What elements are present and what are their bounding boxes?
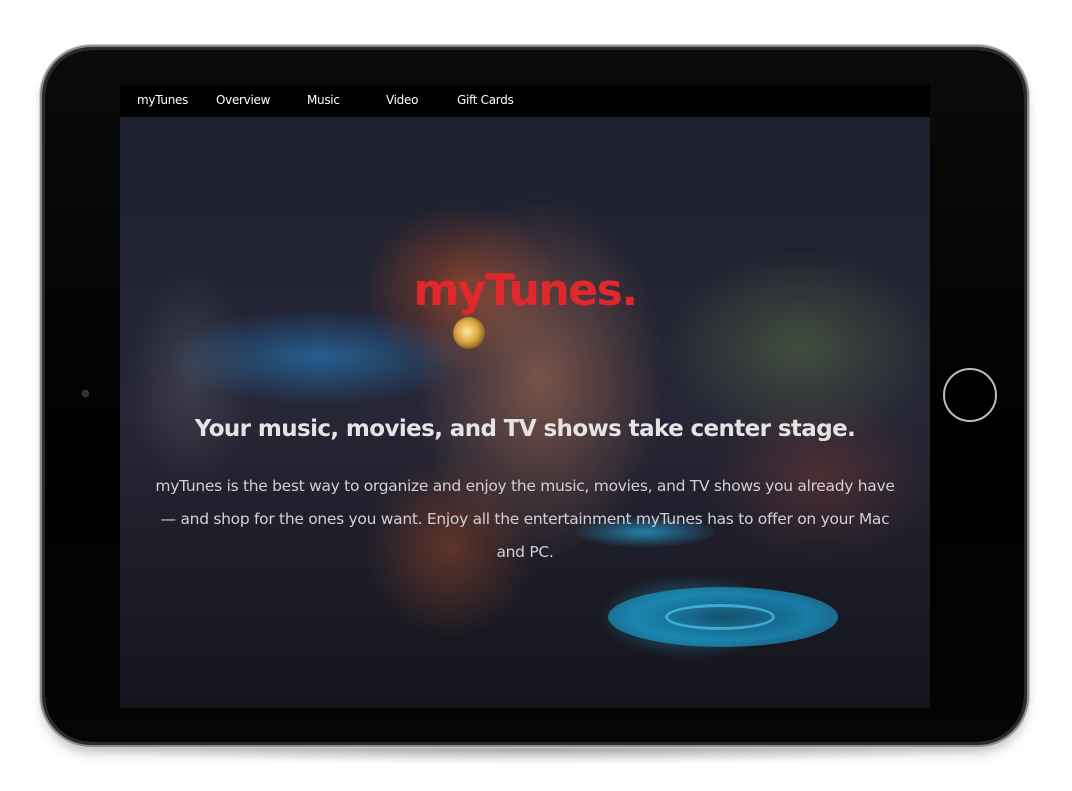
hero-description: myTunes is the best way to organize and … (155, 477, 895, 561)
nav-brand-link[interactable]: myTunes (137, 93, 188, 107)
hero-background-image (120, 117, 930, 708)
hero-title: myTunes. (413, 265, 638, 316)
hero-decoration (665, 604, 775, 630)
camera-icon (82, 390, 89, 397)
hero-decoration (453, 317, 485, 349)
hero-subtitle: Your music, movies, and TV shows take ce… (194, 416, 856, 442)
nav-item-video[interactable]: Video (386, 93, 418, 107)
nav-item-music[interactable]: Music (307, 93, 340, 107)
nav-item-gift-cards[interactable]: Gift Cards (457, 93, 514, 107)
tablet-screen: myTunes Overview Music Video Gift Cards … (120, 85, 930, 708)
top-navbar: myTunes Overview Music Video Gift Cards (120, 85, 930, 117)
home-button[interactable] (943, 368, 997, 422)
tablet-frame: myTunes Overview Music Video Gift Cards … (45, 50, 1024, 742)
nav-item-overview[interactable]: Overview (216, 93, 270, 107)
